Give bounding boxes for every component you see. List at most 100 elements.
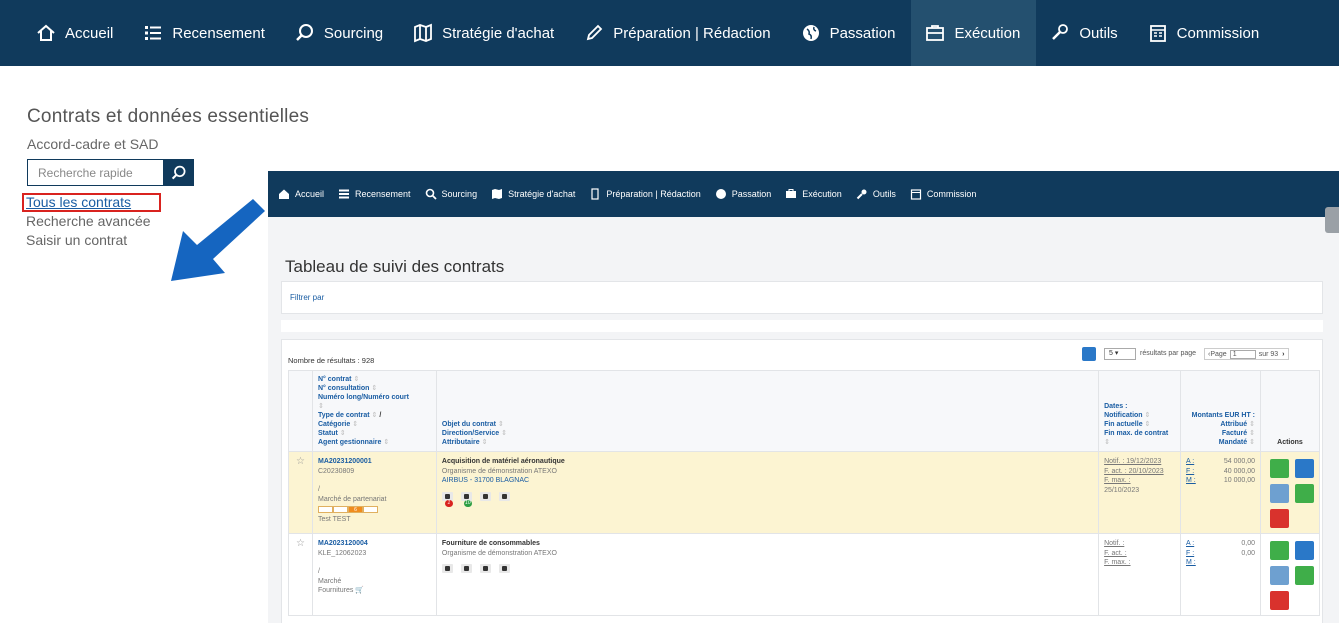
mail-icon[interactable]	[479, 491, 491, 501]
table-header-row: N° contrat ⇕ N° consultation ⇕ Numéro lo…	[288, 370, 1320, 452]
header-amounts[interactable]: Montants EUR HT : Attribué ⇕ Facturé ⇕ M…	[1180, 370, 1261, 452]
header-contract[interactable]: N° contrat ⇕ N° consultation ⇕ Numéro lo…	[311, 370, 437, 452]
inner-nav-accueil-label: Accueil	[295, 189, 325, 199]
link-advanced-search[interactable]: Recherche avancée	[26, 212, 151, 231]
status-progress: 6	[317, 506, 431, 513]
nav-outils-label: Outils	[1079, 24, 1118, 42]
table-row[interactable]: ☆ MA2023120004 KLE_12062023 / Marché Fou…	[288, 533, 1320, 616]
nav-execution[interactable]: Exécution	[911, 0, 1037, 66]
spacer-panel	[281, 320, 1323, 332]
per-page-label: résultats par page	[1140, 350, 1197, 357]
edit-button[interactable]	[1295, 459, 1314, 478]
delivery-button[interactable]	[1295, 566, 1314, 585]
contract-cell: MA20231200001 C20230809 / Marché de part…	[311, 451, 437, 534]
inner-nav-outils[interactable]: Outils	[856, 188, 896, 200]
inner-nav-outils-label: Outils	[872, 189, 896, 199]
consultation-number: C20230809	[317, 467, 355, 475]
quick-search-button[interactable]	[163, 159, 194, 186]
users-icon[interactable]	[441, 564, 453, 573]
nav-preparation[interactable]: Préparation | Rédaction	[570, 0, 786, 66]
document-icon[interactable]: 10	[460, 491, 472, 507]
contract-holder[interactable]: AIRBUS - 31700 BLAGNAC	[442, 476, 1093, 486]
filter-panel[interactable]: Filtrer par	[281, 281, 1323, 314]
calendar-icon	[1148, 23, 1168, 43]
inner-nav-sourcing[interactable]: Sourcing	[425, 188, 477, 200]
per-page-select[interactable]: 5 ▾	[1104, 348, 1136, 360]
inner-page-title: Tableau de suivi des contrats	[285, 257, 505, 276]
inner-nav-preparation[interactable]: Préparation | Rédaction	[589, 188, 701, 200]
nav-outils[interactable]: Outils	[1036, 0, 1133, 66]
page-label: Page	[1210, 350, 1227, 358]
chart-button[interactable]	[1270, 459, 1289, 478]
header-object[interactable]: Objet du contrat ⇕ Direction/Service ⇕ A…	[435, 370, 1100, 452]
document-icon[interactable]	[460, 564, 472, 573]
export-button[interactable]	[1082, 347, 1096, 361]
inner-nav-commission[interactable]: Commission	[910, 188, 976, 200]
mail-icon[interactable]	[479, 564, 491, 573]
contracts-table: N° contrat ⇕ N° consultation ⇕ Numéro lo…	[288, 370, 1320, 616]
wrench-icon	[856, 188, 868, 200]
object-cell: Fourniture de consommables Organisme de …	[435, 533, 1100, 616]
globe-icon	[715, 188, 727, 200]
inner-nav: Accueil Recensement Sourcing Stratégie d…	[268, 171, 1339, 217]
pager: ‹ Page 1 sur 93 ›	[1204, 348, 1289, 360]
consultation-number: KLE_12062023	[317, 549, 367, 557]
contract-number[interactable]: MA2023120004	[318, 539, 431, 549]
quick-search-input[interactable]	[27, 159, 163, 186]
inner-nav-passation[interactable]: Passation	[715, 188, 771, 200]
contract-object: Fourniture de consommables	[441, 540, 540, 547]
inner-nav-recensement-label: Recensement	[355, 189, 411, 199]
badge-red: 1	[444, 499, 453, 507]
link-new-contract[interactable]: Saisir un contrat	[26, 231, 151, 250]
map-icon	[413, 23, 433, 43]
nav-commission[interactable]: Commission	[1134, 0, 1276, 66]
star-icon[interactable]: ☆	[296, 456, 305, 467]
nav-recensement[interactable]: Recensement	[129, 0, 281, 66]
file-icon[interactable]	[498, 564, 510, 573]
chart-button[interactable]	[1270, 541, 1289, 560]
badge-green: 10	[463, 499, 472, 507]
delete-button[interactable]	[1270, 509, 1289, 528]
inner-nav-recensement[interactable]: Recensement	[338, 188, 411, 200]
edit-button[interactable]	[1295, 541, 1314, 560]
table-row[interactable]: ☆ MA20231200001 C20230809 / Marché de pa…	[288, 451, 1320, 534]
users-icon[interactable]: 1	[441, 491, 453, 507]
nav-accueil-label: Accueil	[65, 24, 114, 42]
contract-type: Marché de partenariat	[317, 495, 387, 503]
delete-button[interactable]	[1270, 591, 1289, 610]
home-icon	[278, 188, 290, 200]
transfer-button[interactable]	[1270, 484, 1289, 503]
main-nav: Accueil Recensement Sourcing Stratégie d…	[0, 0, 1339, 66]
contract-number[interactable]: MA20231200001	[318, 457, 431, 467]
list-icon	[143, 23, 163, 43]
nav-commission-label: Commission	[1176, 24, 1260, 42]
transfer-button[interactable]	[1270, 566, 1289, 585]
contract-direction: Organisme de démonstration ATEXO	[441, 467, 557, 475]
inner-nav-strategie[interactable]: Stratégie d'achat	[491, 188, 575, 200]
dates-cell: Notif. : F. act. : F. max. :	[1098, 533, 1182, 616]
user-avatar-tab[interactable]	[1325, 207, 1339, 233]
next-page-button[interactable]: ›	[1282, 351, 1284, 358]
briefcase-icon	[925, 23, 945, 43]
results-panel: Nombre de résultats : 928 5 ▾ résultats …	[281, 339, 1323, 623]
filter-label: Filtrer par	[290, 293, 325, 302]
page-input[interactable]: 1	[1229, 349, 1256, 359]
fav-cell: ☆	[288, 451, 313, 534]
star-icon[interactable]: ☆	[296, 538, 305, 549]
delivery-button[interactable]	[1295, 484, 1314, 503]
actions-cell	[1260, 533, 1320, 616]
highlight-box	[22, 193, 161, 212]
inner-nav-execution[interactable]: Exécution	[785, 188, 842, 200]
nav-strategie[interactable]: Stratégie d'achat	[399, 0, 570, 66]
amounts-cell: A :F :M : 54 000,00 40 000,00 10 000,00	[1180, 451, 1261, 534]
nav-accueil[interactable]: Accueil	[22, 0, 129, 66]
header-dates[interactable]: Dates : Notification ⇕ Fin actuelle ⇕ Fi…	[1098, 370, 1182, 452]
calendar-icon	[910, 188, 922, 200]
quick-search	[27, 159, 194, 186]
inner-nav-preparation-label: Préparation | Rédaction	[606, 189, 701, 199]
file-icon[interactable]	[498, 491, 510, 501]
nav-passation[interactable]: Passation	[787, 0, 912, 66]
inner-nav-accueil[interactable]: Accueil	[278, 188, 324, 200]
inner-nav-strategie-label: Stratégie d'achat	[508, 189, 576, 199]
nav-sourcing[interactable]: Sourcing	[281, 0, 399, 66]
